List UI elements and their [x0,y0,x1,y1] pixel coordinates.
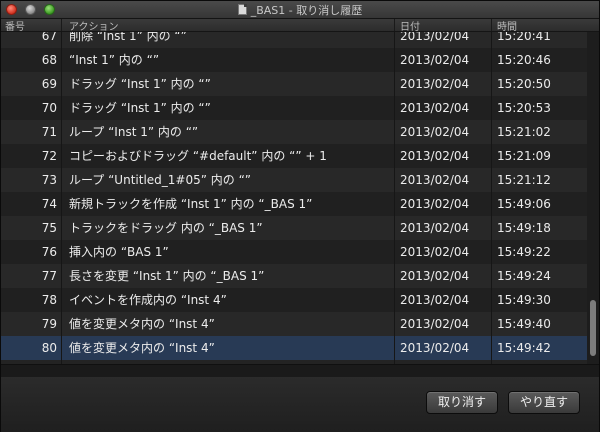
row-time: 15:49:24 [497,269,551,283]
row-action: 新規トラックを作成 “Inst 1” 内の “_BAS 1” [69,197,313,211]
table-row[interactable]: 80 値を変更メタ内の “Inst 4” 2013/02/04 15:49:42 [1,336,587,360]
row-date: 2013/02/04 [400,269,470,283]
table-row[interactable]: 69 ドラッグ “Inst 1” 内の “” 2013/02/04 15:20:50 [1,72,587,96]
row-number: 77 [41,269,57,283]
row-time: 15:49:06 [497,197,551,211]
header-date[interactable]: 日付 [400,18,420,33]
column-divider[interactable] [491,19,492,31]
table-row[interactable]: 70 ドラッグ “Inst 1” 内の “” 2013/02/04 15:20:53 [1,96,587,120]
row-number: 79 [41,317,57,331]
row-number: 74 [41,197,57,211]
window-title: _BAS1 - 取り消し履歴 [250,3,363,17]
row-date: 2013/02/04 [400,245,470,259]
row-number: 76 [41,245,57,259]
table-row[interactable]: 71 ループ “Inst 1” 内の “” 2013/02/04 15:21:02 [1,120,587,144]
row-action: 削除 “Inst 1” 内の “” [69,32,187,43]
table-row[interactable]: 79 値を変更メタ内の “Inst 4” 2013/02/04 15:49:40 [1,312,587,336]
table-row[interactable]: 68 “Inst 1” 内の “” 2013/02/04 15:20:46 [1,48,587,72]
scrollbar-thumb[interactable] [590,300,596,356]
undo-history-window: _BAS1 - 取り消し履歴 番号 アクション 日付 時間 80 値を変更メタ内の… [0,0,600,432]
row-time: 15:20:41 [497,32,551,43]
row-time: 15:21:09 [497,149,551,163]
row-action: トラックをドラッグ 内の “_BAS 1” [69,221,263,235]
table-row[interactable]: 77 長さを変更 “Inst 1” 内の “_BAS 1” 2013/02/04 15… [1,264,587,288]
column-line [394,32,395,364]
column-divider[interactable] [61,19,62,31]
row-action: ループ “Untitled_1#05” 内の “” [69,173,252,187]
row-action: 値を変更メタ内の “Inst 4” [69,317,215,331]
row-number: 80 [41,341,57,355]
document-icon [237,4,247,15]
row-action: ドラッグ “Inst 1” 内の “” [69,101,211,115]
table-row[interactable]: 67 削除 “Inst 1” 内の “” 2013/02/04 15:20:41 [1,32,587,48]
row-date: 2013/02/04 [400,125,470,139]
row-number: 69 [41,77,57,91]
row-time: 15:49:40 [497,317,551,331]
row-number: 72 [41,149,57,163]
row-action: コピーおよびドラッグ “#default” 内の “” + 1 [69,149,327,163]
row-date: 2013/02/04 [400,149,470,163]
redo-button[interactable]: やり直す [508,391,580,414]
header-number[interactable]: 番号 [5,18,25,33]
row-time: 15:49:22 [497,245,551,259]
horizontal-scrollbar[interactable] [1,364,599,377]
undo-button[interactable]: 取り消す [426,391,498,414]
header-action[interactable]: アクション [69,18,119,33]
row-date: 2013/02/04 [400,53,470,67]
row-action: ドラッグ “Inst 1” 内の “” [69,77,211,91]
row-action: “Inst 1” 内の “” [69,53,160,67]
row-action: 挿入内の “BAS 1” [69,245,169,259]
row-time: 15:20:50 [497,77,551,91]
row-date: 2013/02/04 [400,221,470,235]
row-number: 73 [41,173,57,187]
window-title-group: _BAS1 - 取り消し履歴 [1,1,599,18]
button-bar: 取り消す やり直す [1,377,599,432]
row-number: 70 [41,101,57,115]
row-action: ループ “Inst 1” 内の “” [69,125,199,139]
row-time: 15:21:02 [497,125,551,139]
table-row[interactable]: 75 トラックをドラッグ 内の “_BAS 1” 2013/02/04 15:49:1… [1,216,587,240]
row-time: 15:21:12 [497,173,551,187]
row-date: 2013/02/04 [400,173,470,187]
row-number: 71 [41,125,57,139]
row-action: 値を変更メタ内の “Inst 4” [69,341,215,355]
column-line [491,32,492,364]
table-row[interactable]: 76 挿入内の “BAS 1” 2013/02/04 15:49:22 [1,240,587,264]
row-date: 2013/02/04 [400,317,470,331]
title-bar: _BAS1 - 取り消し履歴 [1,1,599,19]
row-time: 15:49:30 [497,293,551,307]
row-time: 15:49:42 [497,341,551,355]
row-time: 15:49:18 [497,221,551,235]
row-number: 68 [41,53,57,67]
table-row[interactable]: 74 新規トラックを作成 “Inst 1” 内の “_BAS 1” 2013/02/… [1,192,587,216]
row-action: 長さを変更 “Inst 1” 内の “_BAS 1” [69,269,265,283]
row-number: 75 [41,221,57,235]
row-number: 67 [41,32,57,43]
history-table: 80 値を変更メタ内の “Inst 4” 2013/02/04 15:49:42 79 値… [1,32,599,364]
row-time: 15:20:46 [497,53,551,67]
row-time: 15:20:53 [497,101,551,115]
column-line [61,32,62,364]
row-action: イベントを作成内の “Inst 4” [69,293,227,307]
vertical-scrollbar[interactable] [587,32,599,364]
table-row[interactable]: 78 イベントを作成内の “Inst 4” 2013/02/04 15:49:30 [1,288,587,312]
row-number: 78 [41,293,57,307]
header-time[interactable]: 時間 [497,18,517,33]
column-divider[interactable] [394,19,395,31]
row-date: 2013/02/04 [400,101,470,115]
table-row[interactable]: 72 コピーおよびドラッグ “#default” 内の “” + 1 2013/02… [1,144,587,168]
row-date: 2013/02/04 [400,77,470,91]
row-date: 2013/02/04 [400,293,470,307]
row-date: 2013/02/04 [400,341,470,355]
row-date: 2013/02/04 [400,32,470,43]
row-date: 2013/02/04 [400,197,470,211]
table-row[interactable]: 73 ループ “Untitled_1#05” 内の “” 2013/02/04 15:… [1,168,587,192]
table-header: 番号 アクション 日付 時間 [1,18,599,33]
